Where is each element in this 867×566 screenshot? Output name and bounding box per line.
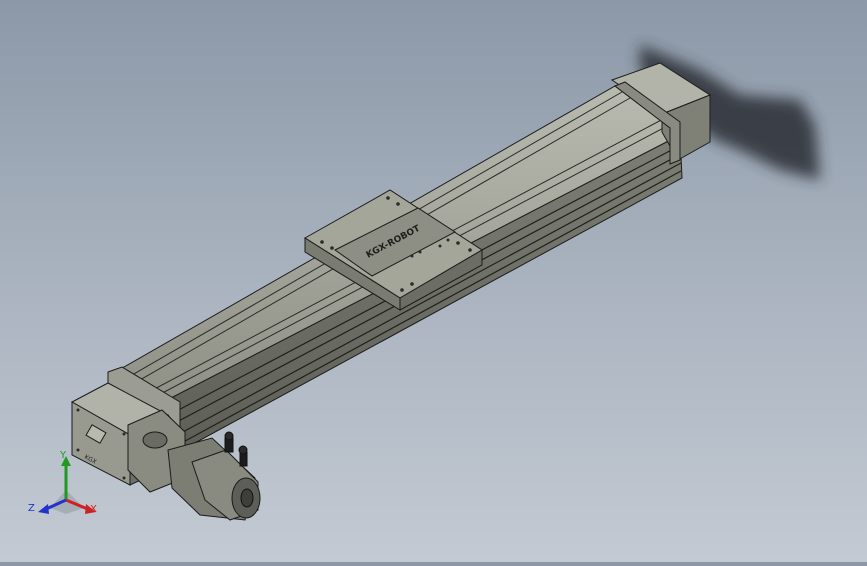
z-axis-label: Z — [28, 503, 35, 514]
y-axis-label: Y — [60, 450, 67, 461]
coordinate-triad[interactable]: Y Z X — [28, 448, 108, 528]
servo-motor-shaft — [240, 488, 254, 508]
flange-bore — [142, 431, 168, 449]
x-axis-label: X — [90, 504, 97, 515]
triad-graphic — [38, 456, 96, 514]
z-axis-arrow — [38, 504, 49, 514]
model-view[interactable]: KGX-ROBOT KGX — [0, 0, 867, 562]
cad-viewport[interactable]: KGX-ROBOT KGX Y Z X — [0, 0, 867, 562]
